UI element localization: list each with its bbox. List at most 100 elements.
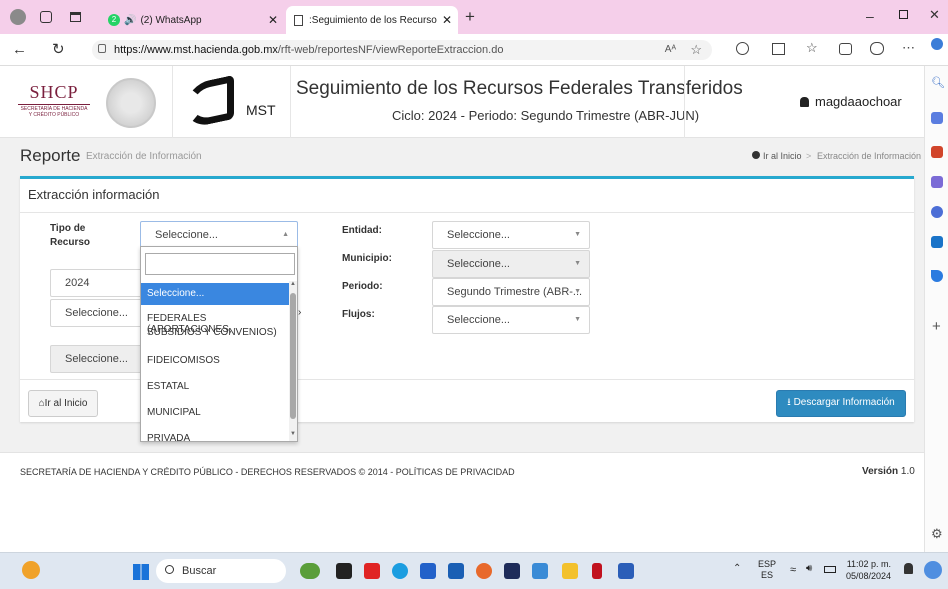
search-sidebar-icon[interactable]: 🔍︎ — [931, 76, 945, 89]
notification-app-icon[interactable] — [22, 561, 40, 579]
youtube-icon[interactable] — [364, 563, 380, 579]
entidad-select[interactable]: Seleccione... ▼ — [432, 221, 590, 249]
shcp-logo: SHCP SECRETARÍA DE HACIENDA Y CRÉDITO PÚ… — [14, 82, 94, 118]
wifi-icon[interactable]: ≈ — [790, 564, 796, 576]
refresh-icon[interactable]: ↻ — [52, 40, 65, 58]
outlook-icon[interactable] — [931, 236, 943, 248]
home-button[interactable]: ⌂Ir al Inicio — [28, 390, 98, 417]
dropbox-icon[interactable] — [504, 563, 520, 579]
chevron-down-icon: ▼ — [574, 316, 581, 323]
dropdown-option[interactable]: SUBSIDIOS Y CONVENIOS) — [141, 327, 289, 338]
site-footer: SECRETARÍA DE HACIENDA Y CRÉDITO PÚBLICO… — [0, 452, 924, 552]
scrollbar-thumb[interactable] — [290, 293, 296, 419]
more-icon[interactable]: ⋯ — [902, 40, 915, 56]
download-icon: ⭳ — [787, 397, 791, 408]
close-tab-icon[interactable]: ✕ — [268, 13, 278, 27]
word-icon[interactable] — [618, 563, 634, 579]
new-tab-icon[interactable]: + — [465, 7, 475, 27]
profile-avatar[interactable] — [10, 9, 26, 25]
tag-icon[interactable] — [931, 112, 943, 124]
tertiary-select[interactable]: Seleccione... — [50, 345, 142, 373]
dropdown-option[interactable]: MUNICIPAL — [141, 407, 289, 418]
copilot-taskbar-icon[interactable] — [924, 561, 942, 579]
extensions-icon[interactable] — [736, 42, 749, 55]
dropdown-option-selected[interactable]: Seleccione... — [141, 283, 289, 305]
periodo-select[interactable]: Segundo Trimestre (ABR-... ▼ — [432, 278, 590, 306]
add-sidebar-icon[interactable]: + — [932, 318, 941, 335]
shcp-logo-text: SHCP — [29, 82, 79, 102]
circle-app-icon[interactable] — [931, 206, 943, 218]
whatsapp-icon: 2 — [108, 14, 120, 26]
favorite-star-icon[interactable]: ☆ — [690, 40, 702, 60]
minimize-icon[interactable]: – — [866, 8, 874, 24]
favorites-icon[interactable]: ☆ — [806, 40, 818, 56]
language-indicator[interactable]: ESP ES — [758, 559, 776, 581]
search-icon — [165, 565, 174, 574]
audio-icon[interactable]: 🔊 — [124, 15, 136, 26]
battery-icon[interactable] — [824, 566, 836, 573]
user-name: magdaaochoar — [815, 94, 902, 109]
tab-whatsapp[interactable]: 2 🔊 (2) WhatsApp ✕ — [100, 6, 284, 34]
settings-gear-icon[interactable]: ⚙ — [931, 526, 943, 542]
entidad-label: Entidad: — [342, 225, 382, 236]
windows-start-icon[interactable] — [133, 564, 149, 580]
mail-icon[interactable] — [448, 563, 464, 579]
breadcrumb-current: Extracción de Información — [817, 151, 922, 161]
user-icon — [800, 97, 809, 107]
dropdown-option[interactable]: FIDEICOMISOS — [141, 355, 289, 366]
tab-seguimiento[interactable]: :Seguimiento de los Recursos Fe ✕ — [286, 6, 458, 34]
municipio-select[interactable]: Seleccione... ▼ — [432, 250, 590, 278]
breadcrumb: Reporte Extracción de Información Ir al … — [0, 139, 924, 175]
tipo-recurso-dropdown: Seleccione... FEDERALES (APORTACIONES, S… — [140, 246, 298, 444]
clock[interactable]: 11:02 p. m. 05/08/2024 — [846, 558, 891, 582]
show-hidden-icons-icon[interactable]: ⌃ — [733, 563, 741, 574]
close-window-icon[interactable]: ✕ — [929, 7, 940, 23]
flujos-select[interactable]: Seleccione... ▼ — [432, 306, 590, 334]
scroll-up-icon[interactable]: ▲ — [290, 281, 296, 287]
taskview-icon[interactable] — [336, 563, 352, 579]
reader-mode-icon[interactable]: Aᴬ — [665, 40, 676, 60]
weather-widget-icon[interactable] — [300, 563, 320, 579]
copilot-icon[interactable] — [870, 42, 884, 55]
back-icon[interactable]: ← — [12, 41, 27, 58]
tab-actions-icon[interactable] — [70, 12, 81, 22]
dropdown-option[interactable]: ESTATAL — [141, 381, 289, 392]
send-icon[interactable] — [931, 270, 943, 282]
toolbox-icon[interactable] — [931, 146, 943, 158]
netflix-icon[interactable] — [592, 563, 602, 579]
header-divider — [172, 66, 173, 138]
tipo-recurso-label: Tipo de Recurso — [50, 223, 91, 248]
breadcrumb-home-link[interactable]: Ir al Inicio — [752, 151, 802, 161]
close-tab-icon[interactable]: ✕ — [442, 13, 452, 27]
scroll-down-icon[interactable]: ▼ — [290, 431, 296, 437]
split-screen-icon[interactable] — [772, 43, 785, 55]
file-explorer-icon[interactable] — [562, 563, 578, 579]
dropdown-search-input[interactable] — [145, 253, 295, 275]
volume-icon[interactable]: 🔊︎ — [806, 563, 812, 574]
firefox-icon[interactable] — [476, 563, 492, 579]
dropdown-option[interactable]: PRIVADA — [141, 433, 289, 444]
secondary-select[interactable]: Seleccione... — [50, 299, 142, 327]
tipo-recurso-select[interactable]: Seleccione... ▲ — [140, 221, 298, 249]
chevron-down-icon: ▼ — [574, 231, 581, 238]
copilot-sidebar-icon[interactable] — [931, 38, 943, 50]
edge-icon[interactable] — [392, 563, 408, 579]
store-icon[interactable] — [420, 563, 436, 579]
download-button[interactable]: ⭳ Descargar Información — [776, 390, 906, 417]
collections-icon[interactable] — [839, 43, 852, 55]
user-menu[interactable]: magdaaochoar — [800, 94, 902, 109]
panel-title: Extracción información — [28, 187, 160, 202]
people-icon[interactable] — [931, 176, 943, 188]
notifications-bell-icon[interactable] — [904, 563, 913, 574]
amazon-icon[interactable] — [532, 563, 548, 579]
taskbar-search[interactable]: Buscar — [156, 559, 286, 583]
url-field[interactable]: https://www.mst.hacienda.gob.mx/rft-web/… — [92, 40, 712, 60]
workspaces-icon[interactable] — [40, 11, 52, 23]
header-divider — [684, 66, 685, 138]
restore-icon[interactable] — [899, 10, 908, 19]
year-select[interactable]: 2024 — [50, 269, 142, 297]
caret-up-icon: ▲ — [282, 231, 289, 238]
periodo-label: Periodo: — [342, 281, 383, 292]
scrollbar-track[interactable]: ▲ ▼ — [289, 281, 297, 441]
page-icon — [294, 14, 303, 26]
